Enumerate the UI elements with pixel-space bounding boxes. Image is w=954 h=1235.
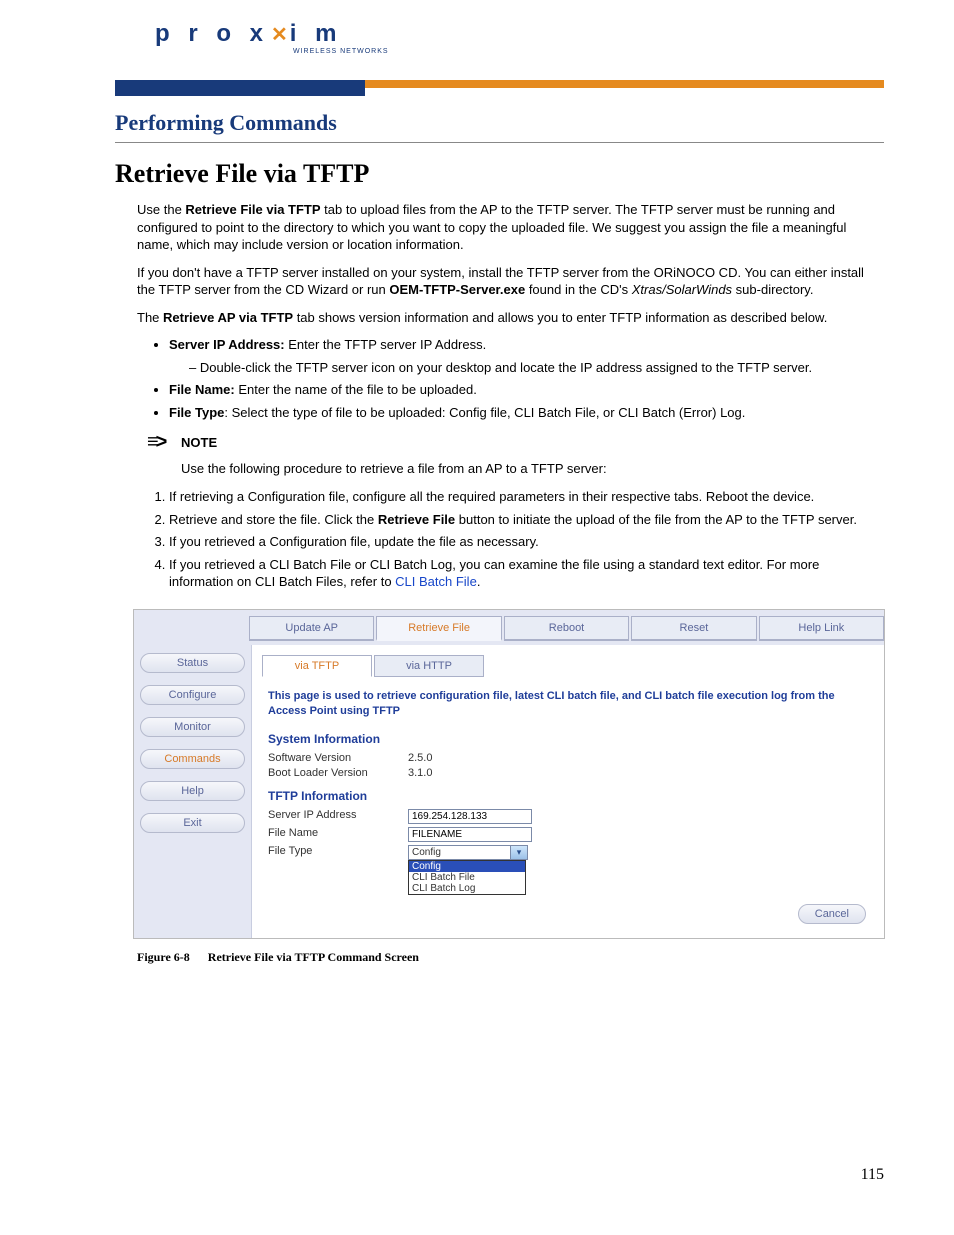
figure-caption: Figure 6-8Retrieve File via TFTP Command…	[137, 949, 884, 965]
cancel-button[interactable]: Cancel	[798, 904, 866, 924]
file-type-label: File Type	[268, 845, 408, 895]
tab-reboot[interactable]: Reboot	[504, 616, 629, 641]
nav-help[interactable]: Help	[140, 781, 245, 801]
paragraph-1: Use the Retrieve File via TFTP tab to up…	[137, 201, 884, 254]
note-label: NOTE	[181, 435, 217, 450]
chevron-down-icon[interactable]: ▾	[510, 846, 527, 859]
nav-monitor[interactable]: Monitor	[140, 717, 245, 737]
horizontal-rule	[115, 142, 884, 143]
bootloader-version-value: 3.1.0	[408, 767, 432, 779]
logo-x-icon: ✕	[271, 22, 288, 47]
step-4: If you retrieved a CLI Batch File or CLI…	[169, 556, 884, 591]
nav-configure[interactable]: Configure	[140, 685, 245, 705]
subtab-via-tftp[interactable]: via TFTP	[262, 655, 372, 677]
logo-text-1: p r o x	[155, 20, 269, 48]
page-title: Retrieve File via TFTP	[115, 159, 884, 189]
paragraph-3: The Retrieve AP via TFTP tab shows versi…	[137, 309, 884, 327]
bullet-server-ip: Server IP Address: Enter the TFTP server…	[169, 336, 884, 376]
bootloader-version-label: Boot Loader Version	[268, 767, 408, 779]
file-type-select[interactable]: Config ▾	[408, 845, 528, 860]
file-name-input[interactable]	[408, 827, 532, 842]
note-arrow-icon: ≡>	[147, 431, 181, 454]
tftp-info-heading: TFTP Information	[268, 789, 866, 803]
server-ip-label: Server IP Address	[268, 809, 408, 824]
tab-help-link[interactable]: Help Link	[759, 616, 884, 641]
nav-exit[interactable]: Exit	[140, 813, 245, 833]
step-1: If retrieving a Configuration file, conf…	[169, 488, 884, 506]
file-type-dropdown[interactable]: Config CLI Batch File CLI Batch Log	[408, 860, 526, 895]
bullet-server-ip-sub: Double-click the TFTP server icon on you…	[189, 359, 884, 377]
screen-description: This page is used to retrieve configurat…	[268, 689, 866, 719]
header-divider	[115, 80, 884, 100]
logo-text-2: i m	[290, 20, 343, 48]
software-version-value: 2.5.0	[408, 752, 432, 764]
step-2: Retrieve and store the file. Click the R…	[169, 511, 884, 529]
server-ip-input[interactable]	[408, 809, 532, 824]
page-number: 115	[115, 1166, 884, 1184]
bullet-file-type: File Type: Select the type of file to be…	[169, 404, 884, 422]
tab-update-ap[interactable]: Update AP	[249, 616, 374, 641]
tab-reset[interactable]: Reset	[631, 616, 756, 641]
system-info-heading: System Information	[268, 732, 866, 746]
logo-subtext: WIRELESS NETWORKS	[293, 48, 389, 55]
note-text: Use the following procedure to retrieve …	[181, 460, 884, 478]
software-version-label: Software Version	[268, 752, 408, 764]
bullet-file-name: File Name: Enter the name of the file to…	[169, 381, 884, 399]
nav-commands[interactable]: Commands	[140, 749, 245, 769]
subtab-via-http[interactable]: via HTTP	[374, 655, 484, 677]
file-name-label: File Name	[268, 827, 408, 842]
step-3: If you retrieved a Configuration file, u…	[169, 533, 884, 551]
nav-status[interactable]: Status	[140, 653, 245, 673]
dropdown-option[interactable]: Config	[409, 861, 525, 872]
dropdown-option[interactable]: CLI Batch Log	[409, 883, 525, 894]
brand-logo: p r o x ✕ i m WIRELESS NETWORKS	[155, 20, 884, 80]
paragraph-2: If you don't have a TFTP server installe…	[137, 264, 884, 299]
cli-batch-file-link[interactable]: CLI Batch File	[395, 574, 477, 589]
command-screen-figure: Update AP Retrieve File Reboot Reset Hel…	[133, 609, 885, 940]
tab-retrieve-file[interactable]: Retrieve File	[376, 616, 501, 641]
section-heading: Performing Commands	[115, 110, 884, 136]
dropdown-option[interactable]: CLI Batch File	[409, 872, 525, 883]
